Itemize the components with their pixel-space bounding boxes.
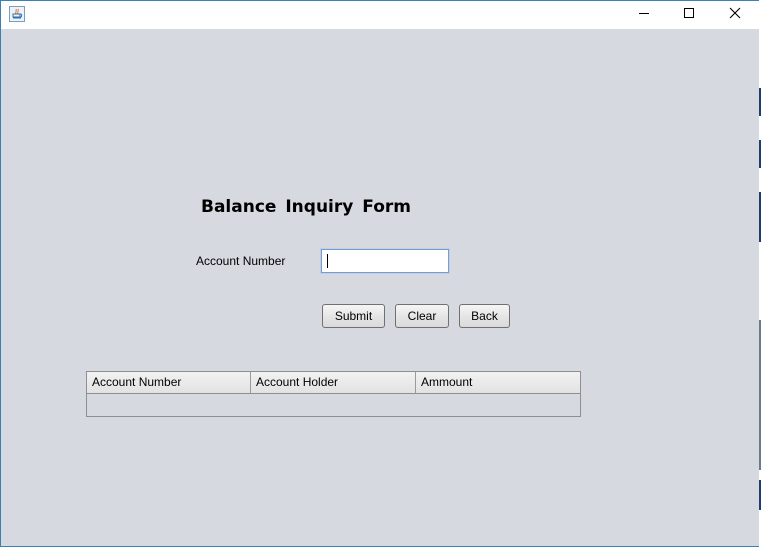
column-header-amount[interactable]: Ammount	[416, 372, 580, 393]
maximize-icon	[683, 6, 695, 24]
maximize-button[interactable]	[666, 1, 712, 29]
clear-button[interactable]: Clear	[395, 304, 449, 328]
column-header-account-holder[interactable]: Account Holder	[251, 372, 416, 393]
minimize-button[interactable]	[621, 1, 667, 29]
account-number-input[interactable]	[321, 249, 449, 273]
column-header-account-number[interactable]: Account Number	[87, 372, 251, 393]
close-icon	[729, 6, 741, 24]
minimize-icon	[638, 6, 650, 24]
back-button[interactable]: Back	[459, 304, 510, 328]
app-window: Balance Inquiry Form Account Number Subm…	[0, 0, 761, 547]
java-app-icon	[9, 6, 25, 22]
table-header: Account Number Account Holder Ammount	[87, 372, 580, 394]
title-bar[interactable]	[1, 1, 760, 29]
form-title: Balance Inquiry Form	[201, 197, 411, 217]
submit-button[interactable]: Submit	[322, 304, 385, 328]
balance-table[interactable]: Account Number Account Holder Ammount	[86, 371, 581, 417]
text-caret	[327, 254, 328, 268]
close-button[interactable]	[712, 1, 758, 29]
account-number-label: Account Number	[196, 254, 286, 268]
